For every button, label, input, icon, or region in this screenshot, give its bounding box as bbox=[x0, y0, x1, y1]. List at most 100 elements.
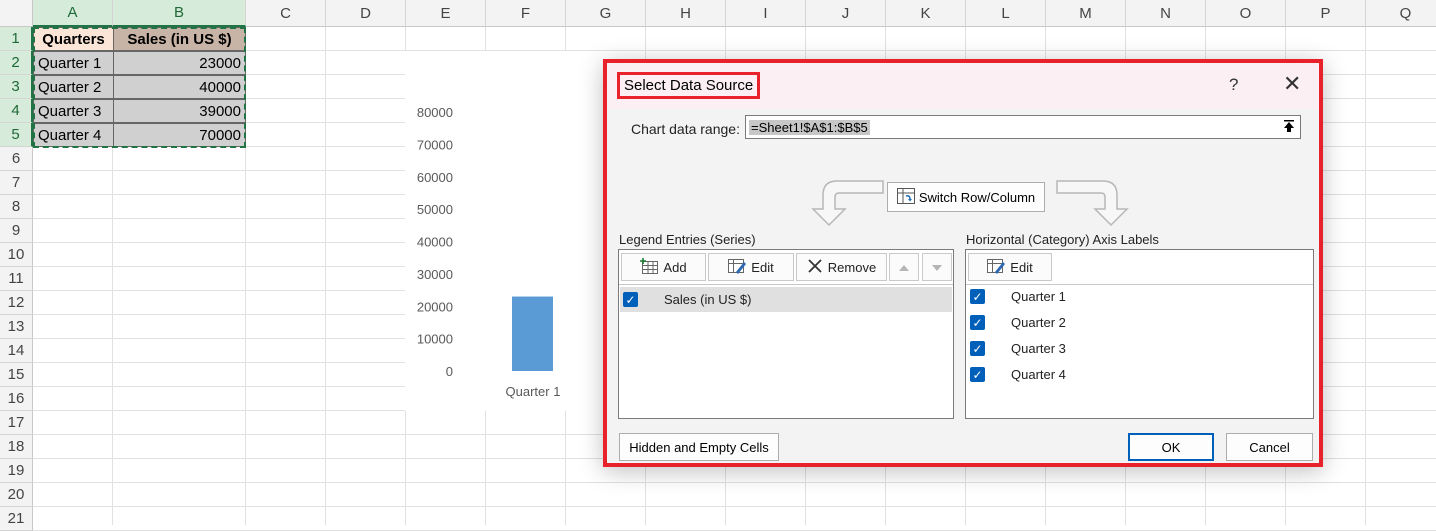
edit-axis-labels-button[interactable]: Edit bbox=[968, 253, 1052, 281]
select-all-corner[interactable] bbox=[0, 0, 33, 27]
curved-arrow-left-icon bbox=[811, 180, 884, 227]
column-header[interactable]: L bbox=[966, 0, 1046, 27]
y-tick-label: 30000 bbox=[417, 267, 453, 282]
row-header[interactable]: 8 bbox=[0, 195, 33, 219]
move-up-button[interactable] bbox=[889, 253, 919, 281]
select-data-source-dialog: Select Data Source ? ✕ Chart data range:… bbox=[603, 59, 1323, 467]
column-header[interactable]: C bbox=[246, 0, 326, 27]
add-series-label: Add bbox=[663, 259, 687, 275]
edit-table-icon bbox=[987, 258, 1006, 277]
row-header[interactable]: 13 bbox=[0, 315, 33, 339]
legend-entries-label: Legend Entries (Series) bbox=[619, 232, 756, 247]
column-header[interactable]: E bbox=[406, 0, 486, 27]
grid-line bbox=[1365, 27, 1366, 525]
column-header[interactable]: Q bbox=[1366, 0, 1436, 27]
row-header[interactable]: 3 bbox=[0, 75, 33, 99]
row-header[interactable]: 10 bbox=[0, 243, 33, 267]
row-header[interactable]: 17 bbox=[0, 411, 33, 435]
table-cell-quarter[interactable]: Quarter 3 bbox=[33, 99, 114, 123]
category-label: Quarter 2 bbox=[1011, 315, 1066, 330]
edit-series-button[interactable]: Edit bbox=[708, 253, 794, 281]
column-header[interactable]: I bbox=[726, 0, 806, 27]
column-header[interactable]: M bbox=[1046, 0, 1126, 27]
category-list-item[interactable]: ✓ Quarter 1 bbox=[967, 284, 1312, 309]
row-header[interactable]: 1 bbox=[0, 27, 33, 51]
checkbox-checked-icon[interactable]: ✓ bbox=[970, 289, 985, 304]
chart-data-range-input[interactable]: =Sheet1!$A$1:$B$5 bbox=[745, 115, 1301, 139]
y-tick-label: 70000 bbox=[417, 137, 453, 152]
row-header[interactable]: 7 bbox=[0, 171, 33, 195]
column-header[interactable]: O bbox=[1206, 0, 1286, 27]
x-category-label: Quarter 1 bbox=[506, 384, 561, 399]
column-header[interactable]: P bbox=[1286, 0, 1366, 27]
row-header[interactable]: 16 bbox=[0, 387, 33, 411]
header-quarters[interactable]: Quarters bbox=[33, 27, 114, 51]
row-header[interactable]: 11 bbox=[0, 267, 33, 291]
table-cell-quarter[interactable]: Quarter 1 bbox=[33, 51, 114, 75]
column-header[interactable]: N bbox=[1126, 0, 1206, 27]
dialog-title: Select Data Source bbox=[617, 72, 761, 99]
y-tick-label: 50000 bbox=[417, 202, 453, 217]
curved-arrow-right-icon bbox=[1056, 180, 1129, 227]
row-header[interactable]: 2 bbox=[0, 51, 33, 75]
series-list-item[interactable]: ✓ Sales (in US $) bbox=[620, 287, 952, 312]
y-tick-label: 40000 bbox=[417, 235, 453, 250]
switch-row-column-icon bbox=[896, 187, 915, 207]
row-header[interactable]: 15 bbox=[0, 363, 33, 387]
table-cell-quarter[interactable]: Quarter 2 bbox=[33, 75, 114, 99]
y-tick-label: 80000 bbox=[417, 105, 453, 120]
checkbox-checked-icon[interactable]: ✓ bbox=[970, 315, 985, 330]
table-cell-sales[interactable]: 40000 bbox=[113, 75, 246, 99]
table-cell-quarter[interactable]: Quarter 4 bbox=[33, 123, 114, 147]
column-header[interactable]: H bbox=[646, 0, 726, 27]
checkbox-checked-icon[interactable]: ✓ bbox=[970, 341, 985, 356]
help-button[interactable]: ? bbox=[1229, 75, 1238, 95]
table-cell-sales[interactable]: 39000 bbox=[113, 99, 246, 123]
grid-line bbox=[33, 506, 1436, 507]
column-header[interactable]: B bbox=[113, 0, 246, 27]
header-sales[interactable]: Sales (in US $) bbox=[113, 27, 246, 51]
y-tick-label: 20000 bbox=[417, 299, 453, 314]
add-series-button[interactable]: Add bbox=[621, 253, 706, 281]
column-header[interactable]: D bbox=[326, 0, 406, 27]
chart-bar[interactable] bbox=[512, 296, 553, 371]
row-header[interactable]: 9 bbox=[0, 219, 33, 243]
table-cell-sales[interactable]: 70000 bbox=[113, 123, 246, 147]
column-header[interactable]: K bbox=[886, 0, 966, 27]
row-header[interactable]: 6 bbox=[0, 147, 33, 171]
column-header[interactable]: F bbox=[486, 0, 566, 27]
category-list-item[interactable]: ✓ Quarter 3 bbox=[967, 336, 1312, 361]
move-down-button[interactable] bbox=[922, 253, 952, 281]
row-header[interactable]: 4 bbox=[0, 99, 33, 123]
remove-series-button[interactable]: Remove bbox=[796, 253, 887, 281]
column-header[interactable]: A bbox=[33, 0, 113, 27]
checkbox-checked-icon[interactable]: ✓ bbox=[623, 292, 638, 307]
close-button[interactable]: ✕ bbox=[1283, 71, 1301, 97]
remove-x-icon bbox=[807, 258, 823, 277]
checkbox-checked-icon[interactable]: ✓ bbox=[970, 367, 985, 382]
legend-entries-panel: Add Edit Remove ✓ Sales (in US $) bbox=[618, 249, 954, 419]
row-header[interactable]: 18 bbox=[0, 435, 33, 459]
column-header[interactable]: G bbox=[566, 0, 646, 27]
ok-button[interactable]: OK bbox=[1128, 433, 1214, 461]
column-header[interactable]: J bbox=[806, 0, 886, 27]
table-cell-sales[interactable]: 23000 bbox=[113, 51, 246, 75]
row-header[interactable]: 20 bbox=[0, 483, 33, 507]
category-list-item[interactable]: ✓ Quarter 2 bbox=[967, 310, 1312, 335]
grid-line bbox=[325, 27, 326, 525]
y-tick-label: 60000 bbox=[417, 170, 453, 185]
add-table-icon bbox=[640, 257, 659, 277]
cancel-button[interactable]: Cancel bbox=[1226, 433, 1313, 461]
dialog-titlebar[interactable]: Select Data Source ? ✕ bbox=[607, 63, 1319, 109]
row-header[interactable]: 14 bbox=[0, 339, 33, 363]
row-header[interactable]: 12 bbox=[0, 291, 33, 315]
row-header[interactable]: 5 bbox=[0, 123, 33, 147]
row-header[interactable]: 19 bbox=[0, 459, 33, 483]
row-header[interactable]: 21 bbox=[0, 507, 33, 531]
chart-data-range-value: =Sheet1!$A$1:$B$5 bbox=[749, 119, 870, 135]
category-list-item[interactable]: ✓ Quarter 4 bbox=[967, 362, 1312, 387]
collapse-dialog-icon[interactable] bbox=[1280, 118, 1298, 136]
edit-table-icon bbox=[728, 258, 747, 277]
switch-row-column-button[interactable]: Switch Row/Column bbox=[887, 182, 1045, 212]
hidden-empty-cells-button[interactable]: Hidden and Empty Cells bbox=[619, 433, 779, 461]
